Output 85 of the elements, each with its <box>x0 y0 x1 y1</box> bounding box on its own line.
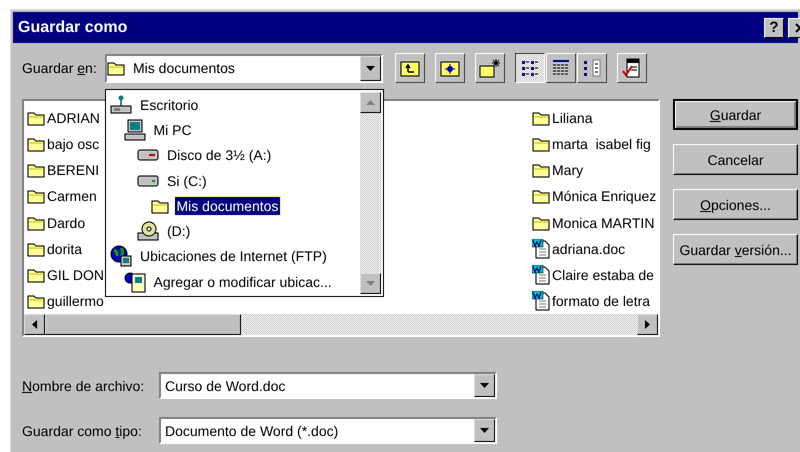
folder-icon <box>532 110 550 126</box>
folder-icon <box>27 214 45 231</box>
dropdown-button[interactable] <box>360 56 381 80</box>
desktop-icon <box>110 94 132 115</box>
scrollbar[interactable] <box>360 92 381 294</box>
document-icon <box>532 238 550 259</box>
file-name[interactable]: Liliana <box>552 110 592 126</box>
tools-icon <box>622 58 642 78</box>
field-label: Guardar en: <box>22 60 98 76</box>
field-label: Guardar como tipo: <box>22 422 143 438</box>
file-name[interactable]: bajo osc <box>47 136 100 152</box>
file-name[interactable]: Claire estaba de <box>552 266 654 283</box>
computer-icon <box>124 118 146 141</box>
scroll-left-button[interactable] <box>24 314 45 335</box>
scroll-up-button[interactable] <box>360 92 381 113</box>
file-name[interactable]: Carmen <box>47 188 97 204</box>
right-arrow-icon <box>645 320 650 329</box>
file-name[interactable]: ADRIAN <box>47 110 100 126</box>
file-name[interactable]: formato de letra <box>552 292 650 309</box>
menu-item[interactable]: Si (C:) <box>165 172 209 190</box>
folder-icon <box>532 188 550 204</box>
toolbar-button[interactable] <box>515 53 545 83</box>
down-arrow-icon <box>366 281 375 286</box>
dialog-button[interactable]: Guardar <box>673 99 798 130</box>
folder-icon <box>532 214 550 231</box>
file-name[interactable]: Mónica Enriquez <box>552 188 656 204</box>
drive-icon <box>137 149 159 162</box>
menu-item[interactable]: Mis documentos <box>174 196 280 215</box>
scroll-right-button[interactable] <box>637 314 658 335</box>
dropdown-arrow-icon <box>480 383 489 388</box>
scrollbar[interactable] <box>24 314 658 335</box>
folder-icon <box>27 240 45 257</box>
scrollbar-thumb[interactable] <box>45 314 241 335</box>
file-name[interactable]: Mary <box>552 162 584 178</box>
details-view-icon <box>551 59 571 77</box>
file-name[interactable]: Dardo <box>47 214 86 231</box>
window-title: Guardar como <box>18 18 128 36</box>
menu-item[interactable]: Ubicaciones de Internet (FTP) <box>138 247 329 266</box>
dropdown-button[interactable] <box>474 419 495 442</box>
menu-item[interactable]: Agregar o modificar ubicac... <box>152 272 334 291</box>
globe-computer-icon <box>110 245 132 268</box>
file-name[interactable]: BERENI <box>47 162 100 178</box>
document-icon <box>532 264 550 285</box>
file-name[interactable]: dorita <box>47 240 82 257</box>
file-name[interactable]: guillermo <box>47 292 104 309</box>
dropdown-button[interactable] <box>474 374 495 397</box>
folder-icon <box>107 60 125 76</box>
dialog-button[interactable]: Cancelar <box>673 144 798 175</box>
field-label: Nombre de archivo: <box>22 378 146 394</box>
scroll-down-button[interactable] <box>360 273 381 294</box>
help-button[interactable]: ? <box>764 18 784 38</box>
folder-icon <box>27 266 45 283</box>
left-arrow-icon <box>32 320 37 329</box>
folder-icon <box>27 292 45 309</box>
properties-view-icon <box>582 59 602 77</box>
dropdown-arrow-icon <box>366 66 375 70</box>
dialog-button[interactable]: Guardar versión... <box>673 234 798 265</box>
file-name[interactable]: Monica MARTIN <box>552 214 654 231</box>
location-dropdown[interactable]: Mis documentos <box>105 54 383 82</box>
file-name[interactable]: GIL DON <box>47 266 104 283</box>
folder-icon <box>27 188 45 204</box>
folder-icon <box>532 136 550 152</box>
file-name[interactable]: marta isabel fig <box>552 136 651 152</box>
folder-icon <box>150 198 168 214</box>
dialog-button[interactable]: Opciones... <box>673 189 798 220</box>
globe-computer-icon <box>124 270 146 293</box>
menu-item[interactable]: Mi PC <box>152 120 194 139</box>
document-icon <box>532 290 550 311</box>
list-view-icon <box>520 59 540 77</box>
input-field[interactable]: Documento de Word (*.doc) <box>159 417 497 444</box>
file-name[interactable]: adriana.doc <box>552 240 626 257</box>
up-folder-icon <box>400 59 420 77</box>
input-field[interactable]: Curso de Word.doc <box>159 372 497 399</box>
up-arrow-icon <box>366 100 375 105</box>
folder-icon <box>27 110 45 126</box>
menu-item[interactable]: Disco de 3½ (A:) <box>165 146 274 164</box>
dropdown-arrow-icon <box>480 428 489 433</box>
new-folder-icon <box>479 58 501 78</box>
folder-icon <box>27 136 45 152</box>
drive-icon <box>137 174 159 187</box>
folder-icon <box>27 162 45 178</box>
menu-item[interactable]: Escritorio <box>138 96 200 114</box>
menu-item[interactable]: (D:) <box>165 222 192 240</box>
folder-icon <box>532 162 550 178</box>
disc-drive-icon <box>137 221 159 242</box>
